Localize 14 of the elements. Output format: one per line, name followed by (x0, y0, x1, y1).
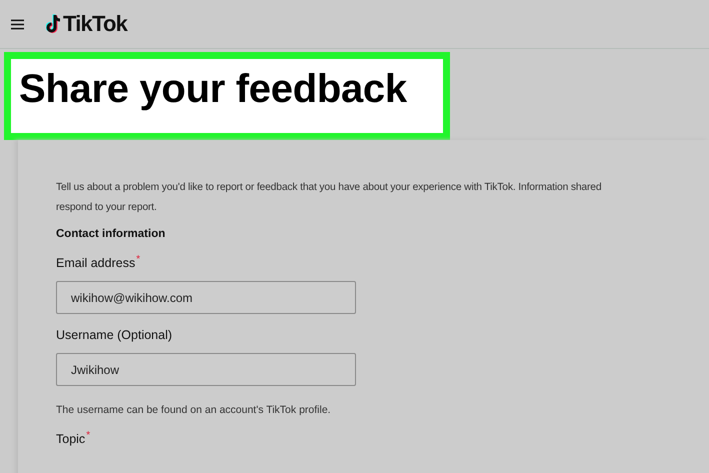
hint-text: The username can be found on an account's TikTok profile. (56, 404, 332, 416)
logo-text[interactable]: TikTok (63, 11, 128, 37)
required-mark: * (86, 430, 90, 442)
input-field[interactable]: Jwikihow (56, 353, 356, 386)
music-note-icon (46, 14, 62, 34)
field-label: Topic$^{*}$ (56, 430, 92, 446)
menu-icon[interactable] (11, 18, 24, 30)
section-heading: Contact information (56, 228, 166, 240)
field-label: Username (Optional) (56, 328, 174, 342)
input-field[interactable]: wikihow@wikihow.com (56, 281, 356, 314)
page-title: Share your feedback (18, 66, 408, 113)
required-mark: * (136, 254, 140, 265)
field-label: Email address$^{*}$ (56, 254, 142, 270)
description-text: Tell us about a problem you'd like to report or feedback that you have about your experience with TikTok. Information shared respond to your report. (56, 181, 602, 215)
